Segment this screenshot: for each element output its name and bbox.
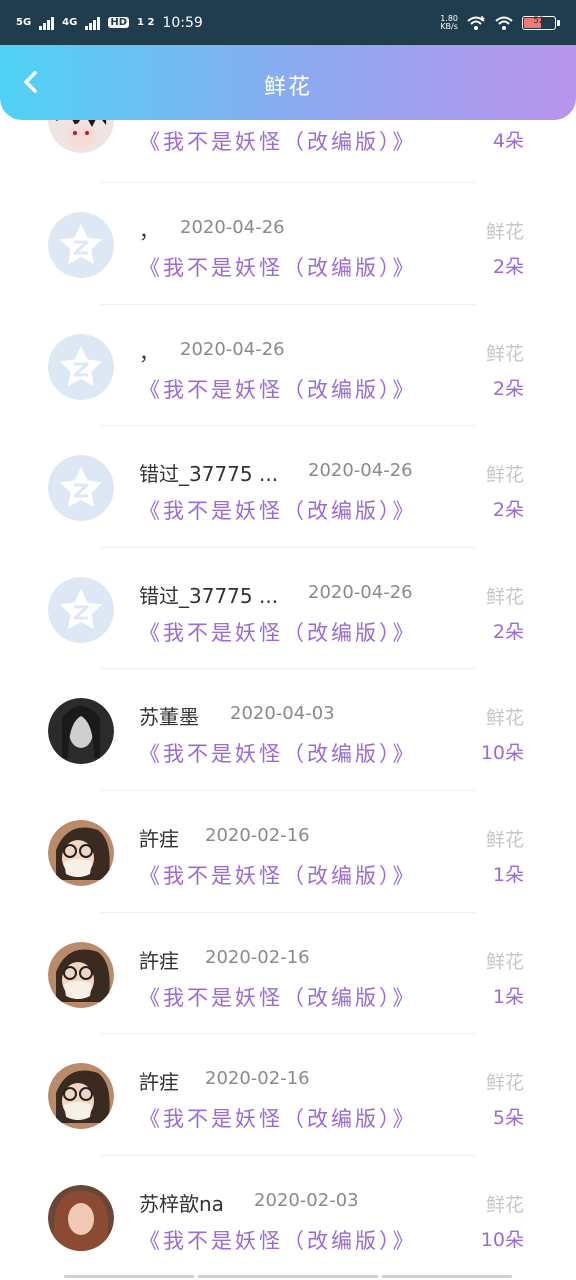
- book-title[interactable]: 《我不是妖怪（改编版）》: [139, 374, 417, 404]
- battery-icon: 52: [522, 15, 560, 30]
- network-5g-label: 5G: [16, 17, 32, 28]
- user-name[interactable]: 苏梓歆na: [139, 1188, 224, 1217]
- gift-date: 2020-04-26: [180, 217, 285, 238]
- gift-row[interactable]: 苏梓歆na 2020-02-03 《我不是妖怪（改编版）》 鲜花 10朵: [0, 1156, 576, 1278]
- battery-level: 52: [533, 15, 545, 26]
- user-name[interactable]: 許疰: [139, 1066, 179, 1095]
- page-title: 鲜花: [263, 75, 312, 100]
- network-4g-label: 4G: [62, 17, 78, 28]
- gift-count: 1朵: [492, 985, 524, 1008]
- gift-row[interactable]: 错过_37775 ... 2020-04-26 《我不是妖怪（改编版）》 鲜花 2朵: [0, 548, 576, 670]
- hd-sub: 1 2: [137, 17, 155, 28]
- book-title[interactable]: 《我不是妖怪（改编版）》: [139, 1103, 417, 1133]
- gift-row[interactable]: ， 2020-04-26 《我不是妖怪（改编版）》 鲜花 2朵: [0, 183, 576, 305]
- user-name[interactable]: 错过_37775 ...: [139, 458, 278, 487]
- gift-date: 2020-04-26: [180, 338, 285, 360]
- book-title[interactable]: 《我不是妖怪（改编版）》: [139, 860, 417, 890]
- book-title[interactable]: 《我不是妖怪（改编版）》: [139, 495, 417, 525]
- user-name[interactable]: 許疰: [139, 945, 179, 974]
- user-name[interactable]: ，: [139, 215, 159, 244]
- user-name[interactable]: ，: [139, 337, 159, 366]
- book-title[interactable]: 《我不是妖怪（改编版）》: [139, 126, 417, 156]
- gift-list-inner: 《我不是妖怪（改编版）》 4朵， 2020-04-26 《我不是妖怪（改编版）》 鲜花 2…: [0, 120, 576, 1278]
- gift-type: 鲜花: [485, 828, 524, 851]
- battery-cap: [557, 19, 560, 26]
- gift-list[interactable]: 《我不是妖怪（改编版）》 4朵， 2020-04-26 《我不是妖怪（改编版）》 鲜花 2…: [0, 120, 576, 1280]
- gift-count: 2朵: [492, 256, 524, 278]
- hd-badge: HD: [108, 17, 130, 28]
- gift-date: 2020-04-26: [308, 581, 413, 603]
- gift-row[interactable]: 《我不是妖怪（改编版）》 4朵: [0, 120, 576, 183]
- gift-type: 鲜花: [485, 342, 524, 365]
- status-right: 1.80 KB/s 52: [440, 14, 560, 31]
- gift-date: 2020-02-16: [205, 824, 310, 846]
- gift-type: 鲜花: [485, 1072, 524, 1095]
- book-title[interactable]: 《我不是妖怪（改编版）》: [139, 1225, 417, 1255]
- gift-count: 5朵: [492, 1107, 524, 1130]
- user-name[interactable]: 错过_37775 ...: [139, 580, 278, 609]
- avatar[interactable]: [48, 698, 114, 765]
- status-left: 5G 4G HD 1 2 10:59: [16, 15, 203, 31]
- app-header: 鲜花: [0, 45, 576, 120]
- battery-body: 52: [522, 15, 556, 30]
- cell-signal-icon-2: [85, 16, 101, 30]
- gift-type: 鲜花: [485, 1193, 524, 1216]
- gift-count: 2朵: [492, 499, 524, 522]
- gift-row[interactable]: 許疰 2020-02-16 《我不是妖怪（改编版）》 鲜花 5朵: [0, 1034, 576, 1156]
- wifi-icon: [495, 16, 513, 30]
- avatar[interactable]: [48, 1063, 114, 1130]
- avatar[interactable]: [48, 333, 114, 400]
- gift-row[interactable]: 错过_37775 ... 2020-04-26 《我不是妖怪（改编版）》 鲜花 2朵: [0, 426, 576, 548]
- clock: 10:59: [162, 14, 203, 31]
- gift-date: 2020-02-03: [254, 1189, 359, 1211]
- wifi-plus-icon: [467, 15, 485, 30]
- user-name[interactable]: 許疰: [139, 823, 179, 852]
- avatar[interactable]: [48, 941, 114, 1008]
- avatar[interactable]: [48, 576, 114, 643]
- book-title[interactable]: 《我不是妖怪（改编版）》: [139, 252, 417, 282]
- avatar[interactable]: [48, 819, 114, 886]
- net-speed: 1.80 KB/s: [440, 14, 458, 31]
- avatar[interactable]: [48, 212, 114, 278]
- book-title[interactable]: 《我不是妖怪（改编版）》: [139, 982, 417, 1012]
- gift-count: 10朵: [480, 742, 524, 765]
- gift-type: 鲜花: [485, 707, 524, 730]
- gift-count: 1朵: [492, 863, 524, 886]
- book-title[interactable]: 《我不是妖怪（改编版）》: [139, 738, 417, 768]
- gift-type: 鲜花: [485, 585, 524, 608]
- gift-row[interactable]: 苏董墨 2020-04-03 《我不是妖怪（改编版）》 鲜花 10朵: [0, 669, 576, 791]
- gift-row[interactable]: 許疰 2020-02-16 《我不是妖怪（改编版）》 鲜花 1朵: [0, 913, 576, 1035]
- scroll-indicator: [64, 1275, 512, 1278]
- status-bar: 5G 4G HD 1 2 10:59 1.80 KB/s 52: [0, 0, 576, 45]
- gift-count: 2朵: [492, 620, 524, 643]
- gift-row[interactable]: ， 2020-04-26 《我不是妖怪（改编版）》 鲜花 2朵: [0, 305, 576, 427]
- avatar[interactable]: [48, 120, 114, 153]
- book-title[interactable]: 《我不是妖怪（改编版）》: [139, 617, 417, 647]
- gift-type: 鲜花: [485, 221, 524, 243]
- avatar[interactable]: [48, 455, 114, 522]
- cell-signal-icon: [39, 16, 55, 30]
- gift-date: 2020-02-16: [205, 946, 310, 968]
- gift-date: 2020-04-03: [230, 703, 335, 725]
- gift-type: 鲜花: [485, 950, 524, 973]
- gift-count: 10朵: [480, 1228, 524, 1251]
- gift-row[interactable]: 許疰 2020-02-16 《我不是妖怪（改编版）》 鲜花 1朵: [0, 791, 576, 913]
- net-speed-unit: KB/s: [440, 21, 458, 31]
- user-name[interactable]: 苏董墨: [139, 701, 199, 730]
- gift-count: 4朵: [492, 130, 524, 152]
- gift-date: 2020-02-16: [205, 1068, 310, 1090]
- avatar[interactable]: [48, 1184, 114, 1251]
- gift-count: 2朵: [492, 377, 524, 400]
- gift-date: 2020-04-26: [308, 460, 413, 482]
- gift-type: 鲜花: [485, 464, 524, 487]
